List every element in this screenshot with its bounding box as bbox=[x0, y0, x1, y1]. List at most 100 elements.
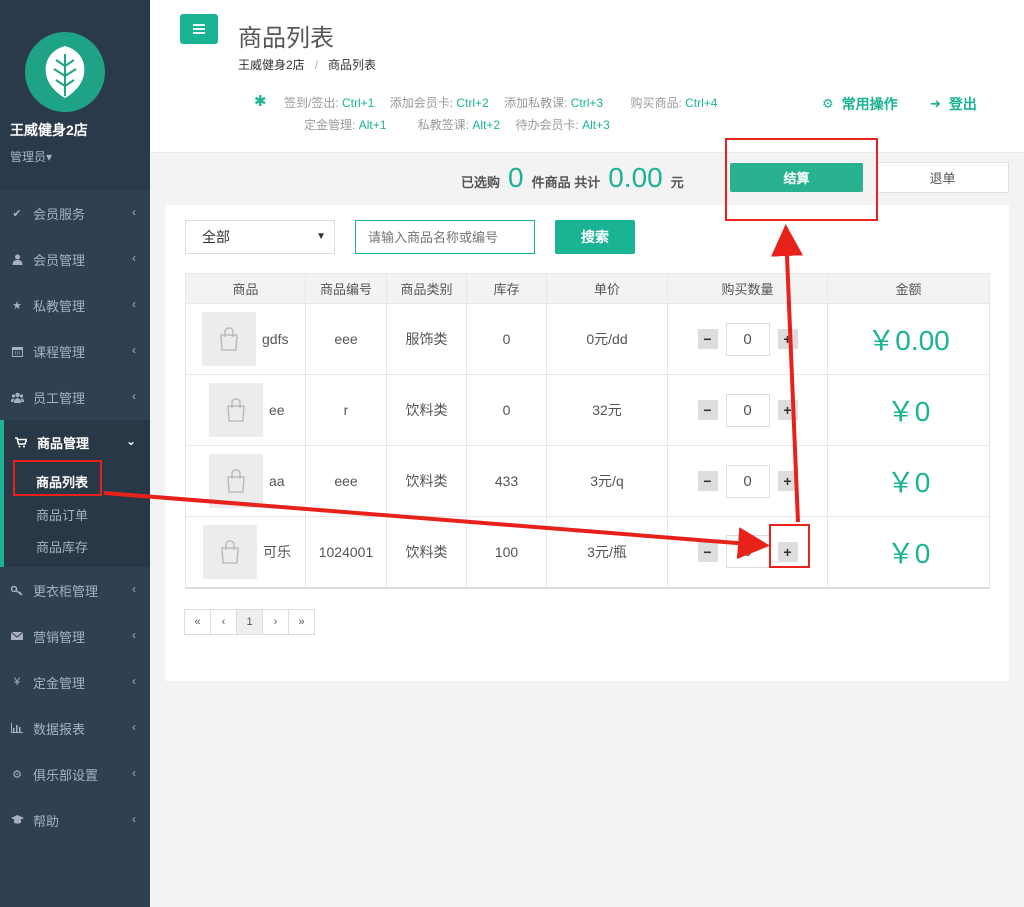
product-name: aa bbox=[269, 473, 285, 489]
shortcut-label: 私教签课: bbox=[417, 118, 470, 132]
minus-button[interactable]: − bbox=[697, 541, 718, 562]
refund-button[interactable]: 退单 bbox=[876, 162, 1009, 193]
sidebar-item-locker[interactable]: 更衣柜管理 ‹ bbox=[0, 567, 150, 613]
shortcut-label: 签到/签出: bbox=[284, 96, 339, 110]
quantity-cell: − 0 + bbox=[667, 374, 828, 446]
chevron-left-icon: ‹ bbox=[132, 766, 136, 780]
product-stock: 0 bbox=[466, 374, 547, 446]
sidebar-item-help[interactable]: 帮助 ‹ bbox=[0, 797, 150, 843]
sidebar-item-marketing[interactable]: 营销管理 ‹ bbox=[0, 613, 150, 659]
sidebar-item-club-settings[interactable]: ⚙ 俱乐部设置 ‹ bbox=[0, 751, 150, 797]
sidebar-item-label: 数据报表 bbox=[33, 721, 86, 737]
breadcrumb-item[interactable]: 王威健身2店 bbox=[238, 58, 305, 72]
calendar-icon bbox=[10, 346, 24, 357]
product-amount: ￥0.00 bbox=[827, 303, 990, 375]
category-select-value: 全部 bbox=[202, 229, 230, 245]
minus-button[interactable]: − bbox=[697, 329, 718, 349]
selected-prefix: 已选购 bbox=[461, 175, 501, 190]
chevron-down-icon: ⌄ bbox=[125, 434, 136, 448]
shortcut-label: 添加会员卡: bbox=[389, 96, 454, 110]
quantity-input[interactable]: 0 bbox=[725, 322, 770, 356]
table-header-row: 商品 商品编号 商品类别 库存 单价 购买数量 金额 bbox=[185, 273, 990, 304]
product-code: eee bbox=[305, 445, 387, 517]
product-amount: ￥0 bbox=[827, 374, 990, 446]
quantity-input[interactable]: 0 bbox=[725, 393, 770, 427]
submenu-goods-orders[interactable]: 商品订单 bbox=[36, 505, 88, 524]
minus-button[interactable]: − bbox=[697, 471, 718, 491]
breadcrumb-item-current: 商品列表 bbox=[328, 58, 377, 72]
product-thumbnail bbox=[209, 383, 263, 437]
annotation-box-plus bbox=[769, 524, 810, 568]
product-price: 0元/dd bbox=[546, 303, 668, 375]
next-page-button[interactable]: › bbox=[262, 609, 289, 635]
check-icon: ✔ bbox=[12, 207, 22, 220]
bar-chart-icon bbox=[10, 723, 24, 733]
minus-button[interactable]: − bbox=[697, 400, 718, 420]
product-price: 3元/q bbox=[546, 445, 668, 517]
product-cell: ee bbox=[185, 374, 306, 446]
product-code: r bbox=[305, 374, 387, 446]
breadcrumb: 王威健身2店 / 商品列表 bbox=[238, 56, 376, 73]
sidebar-item-deposit[interactable]: ¥ 定金管理 ‹ bbox=[0, 659, 150, 705]
logout-link[interactable]: ➜ 登出 bbox=[930, 94, 977, 114]
profile-area: 王威健身2店 管理员▾ bbox=[0, 0, 150, 190]
column-header: 库存 bbox=[466, 273, 547, 304]
role-dropdown[interactable]: 管理员▾ bbox=[10, 148, 52, 165]
leaf-icon bbox=[45, 46, 85, 98]
search-button[interactable]: 搜索 bbox=[555, 220, 635, 254]
column-header: 商品 bbox=[185, 273, 306, 304]
sidebar-item-staff[interactable]: 员工管理 ‹ bbox=[0, 374, 150, 420]
product-category: 服饰类 bbox=[386, 303, 467, 375]
sidebar-item-goods[interactable]: 商品管理 ⌄ bbox=[4, 420, 150, 464]
column-header: 商品编号 bbox=[305, 273, 387, 304]
first-page-button[interactable]: « bbox=[184, 609, 211, 635]
quantity-cell: − 0 + bbox=[667, 445, 828, 517]
prev-page-button[interactable]: ‹ bbox=[210, 609, 237, 635]
product-amount: ￥0 bbox=[827, 516, 990, 589]
category-select[interactable]: 全部 ▼ bbox=[185, 220, 335, 254]
shortcut-label: 添加私教课: bbox=[504, 96, 568, 110]
sidebar-item-reports[interactable]: 数据报表 ‹ bbox=[0, 705, 150, 751]
common-ops-link[interactable]: ⚙ 常用操作 bbox=[822, 94, 898, 114]
users-icon bbox=[10, 392, 24, 403]
graduation-cap-icon bbox=[10, 815, 24, 825]
chevron-left-icon: ‹ bbox=[132, 628, 136, 642]
search-input[interactable] bbox=[355, 220, 535, 254]
page-number-button[interactable]: 1 bbox=[236, 609, 263, 635]
cart-icon bbox=[14, 436, 28, 448]
quantity-input[interactable]: 0 bbox=[725, 464, 770, 498]
shortcut-key: Alt+2 bbox=[472, 118, 501, 132]
product-name: gdfs bbox=[262, 331, 289, 347]
last-page-button[interactable]: » bbox=[288, 609, 315, 635]
product-cell: 可乐 bbox=[185, 516, 306, 589]
chevron-left-icon: ‹ bbox=[132, 674, 136, 688]
sidebar-item-private-coach[interactable]: ★ 私教管理 ‹ bbox=[0, 282, 150, 328]
menu-toggle-button[interactable] bbox=[180, 14, 218, 44]
gear-icon: ⚙ bbox=[12, 768, 22, 781]
sidebar-item-member-manage[interactable]: 会员管理 ‹ bbox=[0, 236, 150, 282]
table-row: 可乐 1024001 饮料类 100 3元/瓶 − 0 + ￥0 bbox=[185, 516, 990, 589]
total-amount: 0.00 bbox=[608, 162, 663, 193]
breadcrumb-separator: / bbox=[314, 58, 319, 72]
column-header: 商品类别 bbox=[386, 273, 467, 304]
shortcut-key: Ctrl+4 bbox=[685, 96, 718, 110]
sidebar-item-member-service[interactable]: ✔ 会员服务 ‹ bbox=[0, 190, 150, 236]
plus-button[interactable]: + bbox=[777, 400, 798, 420]
submenu-goods-stock[interactable]: 商品库存 bbox=[36, 537, 88, 556]
plus-button[interactable]: + bbox=[777, 329, 798, 349]
shopping-bag-icon bbox=[227, 398, 245, 422]
envelope-icon bbox=[10, 631, 24, 641]
sidebar-item-label: 营销管理 bbox=[33, 629, 86, 645]
user-icon bbox=[10, 254, 24, 265]
cart-summary: 已选购 0 件商品 共计 0.00 元 结算 退单 bbox=[150, 154, 1024, 204]
shortcut-label: 定金管理: bbox=[304, 118, 356, 132]
shopping-bag-icon bbox=[220, 327, 238, 351]
plus-button[interactable]: + bbox=[777, 471, 798, 491]
column-header: 购买数量 bbox=[667, 273, 828, 304]
chevron-left-icon: ‹ bbox=[132, 297, 136, 311]
quantity-input[interactable]: 0 bbox=[725, 535, 770, 569]
asterisk-icon: ✱ bbox=[254, 93, 267, 110]
sidebar-item-course[interactable]: 课程管理 ‹ bbox=[0, 328, 150, 374]
store-name: 王威健身2店 bbox=[10, 122, 88, 138]
product-category: 饮料类 bbox=[386, 516, 467, 589]
